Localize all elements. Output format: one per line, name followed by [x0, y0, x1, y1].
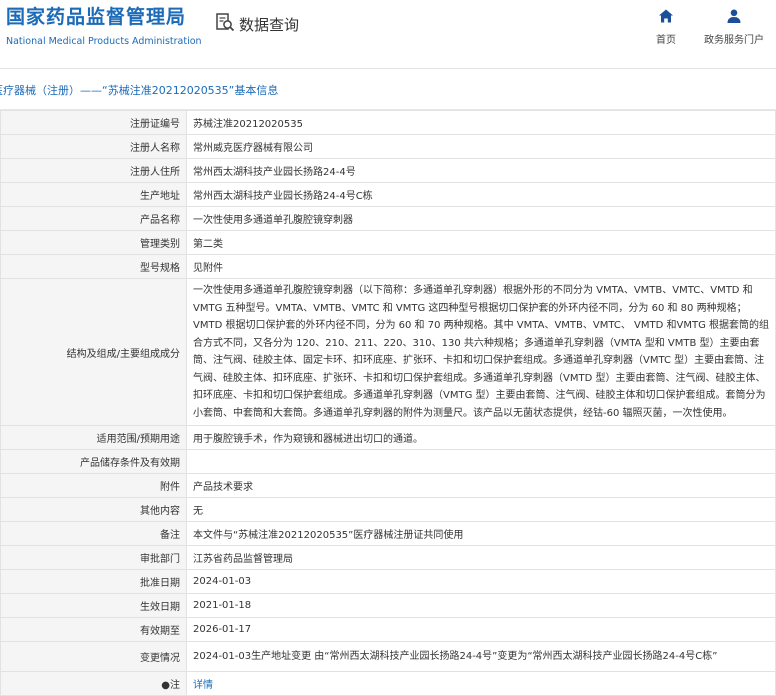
row-label: 产品储存条件及有效期: [0, 449, 187, 474]
row-value: 常州西太湖科技产业园长扬路24-4号C栋: [186, 182, 776, 207]
table-row: ●注 详情: [0, 671, 776, 696]
row-value: 苏械注准20212020535: [186, 110, 776, 135]
table-row: 审批部门 江苏省药品监督管理局: [0, 545, 776, 570]
table-row: 附件 产品技术要求: [0, 473, 776, 498]
row-value: 2021-01-18: [186, 593, 776, 618]
table-row: 注册证编号 苏械注准20212020535: [0, 110, 776, 135]
info-table: 注册证编号 苏械注准20212020535 注册人名称 常州威克医疗器械有限公司 注册人…: [0, 110, 776, 696]
site-header: 国家药品监督管理局 National Medical Products Admi…: [0, 0, 776, 69]
row-label: 生产地址: [0, 182, 187, 207]
row-value-cell: 详情: [186, 671, 776, 696]
row-label: 适用范围/预期用途: [0, 425, 187, 450]
row-value: 无: [186, 497, 776, 522]
row-label: 生效日期: [0, 593, 187, 618]
row-value: 一次性使用多通道单孔腹腔镜穿刺器（以下简称：多通道单孔穿刺器）根据外形的不同分为…: [186, 278, 776, 426]
row-value: 常州西太湖科技产业园长扬路24-4号: [186, 158, 776, 183]
table-row: 注册人住所 常州西太湖科技产业园长扬路24-4号: [0, 158, 776, 183]
row-label: 附件: [0, 473, 187, 498]
row-value: 用于腹腔镜手术，作为窥镜和器械进出切口的通道。: [186, 425, 776, 450]
row-value: 2024-01-03生产地址变更 由“常州西太湖科技产业园长扬路24-4号”变更…: [186, 641, 776, 672]
table-row: 生效日期 2021-01-18: [0, 593, 776, 618]
table-row: 管理类别 第二类: [0, 230, 776, 255]
table-row: 批准日期 2024-01-03: [0, 569, 776, 594]
row-value: 江苏省药品监督管理局: [186, 545, 776, 570]
table-row: 产品名称 一次性使用多通道单孔腹腔镜穿刺器: [0, 206, 776, 231]
row-label: 其他内容: [0, 497, 187, 522]
row-label: 结构及组成/主要组成成分: [0, 278, 187, 426]
row-label: 注册证编号: [0, 110, 187, 135]
row-value: 2026-01-17: [186, 617, 776, 642]
table-row: 其他内容无: [0, 497, 776, 522]
search-document-icon: [215, 12, 235, 36]
home-icon: [658, 8, 674, 28]
logo-chinese: 国家药品监督管理局: [6, 6, 187, 28]
data-query-heading[interactable]: 数据查询: [215, 12, 299, 36]
nav-service-portal[interactable]: 政务服务门户: [704, 8, 764, 46]
table-row: 产品储存条件及有效期: [0, 449, 776, 474]
page-title-bar: 医疗器械（注册）——“苏械注准20212020535”基本信息: [0, 69, 776, 110]
logo-english: National Medical Products Administration: [6, 36, 202, 47]
nav-home-label: 首页: [656, 35, 676, 46]
row-value: 产品技术要求: [186, 473, 776, 498]
row-value: 本文件与“苏械注准20212020535”医疗器械注册证共同使用: [186, 521, 776, 546]
table-row: 型号规格 见附件: [0, 254, 776, 279]
site-logo[interactable]: 国家药品监督管理局 National Medical Products Admi…: [6, 6, 202, 47]
table-row: 变更情况 2024-01-03生产地址变更 由“常州西太湖科技产业园长扬路24-4…: [0, 641, 776, 672]
row-label: 管理类别: [0, 230, 187, 255]
table-row: 结构及组成/主要组成成分 一次性使用多通道单孔腹腔镜穿刺器（以下简称：多通道单孔穿…: [0, 278, 776, 426]
row-label: 有效期至: [0, 617, 187, 642]
row-value: 见附件: [186, 254, 776, 279]
row-label: 变更情况: [0, 641, 187, 672]
table-row: 备注 本文件与“苏械注准20212020535”医疗器械注册证共同使用: [0, 521, 776, 546]
user-icon: [726, 8, 742, 28]
row-value: 第二类: [186, 230, 776, 255]
nav-home[interactable]: 首页: [656, 8, 676, 46]
top-nav: 首页 政务服务门户: [656, 8, 764, 46]
row-label: 批准日期: [0, 569, 187, 594]
details-link[interactable]: 详情: [193, 680, 213, 691]
row-value: 2024-01-03: [186, 569, 776, 594]
data-query-label: 数据查询: [239, 15, 300, 34]
row-label: 备注: [0, 521, 187, 546]
row-value: 常州威克医疗器械有限公司: [186, 134, 776, 159]
row-label: ●注: [0, 671, 187, 696]
row-label: 注册人住所: [0, 158, 187, 183]
row-label: 产品名称: [0, 206, 187, 231]
row-label: 注册人名称: [0, 134, 187, 159]
nav-service-portal-label: 政务服务门户: [704, 35, 764, 46]
page-title: 医疗器械（注册）——“苏械注准20212020535”基本信息: [0, 84, 279, 97]
row-label: 型号规格: [0, 254, 187, 279]
table-row: 适用范围/预期用途 用于腹腔镜手术，作为窥镜和器械进出切口的通道。: [0, 425, 776, 450]
table-row: 生产地址 常州西太湖科技产业园长扬路24-4号C栋: [0, 182, 776, 207]
table-row: 注册人名称 常州威克医疗器械有限公司: [0, 134, 776, 159]
row-value: [186, 449, 776, 474]
row-label: 审批部门: [0, 545, 187, 570]
table-row: 有效期至 2026-01-17: [0, 617, 776, 642]
row-value: 一次性使用多通道单孔腹腔镜穿刺器: [186, 206, 776, 231]
